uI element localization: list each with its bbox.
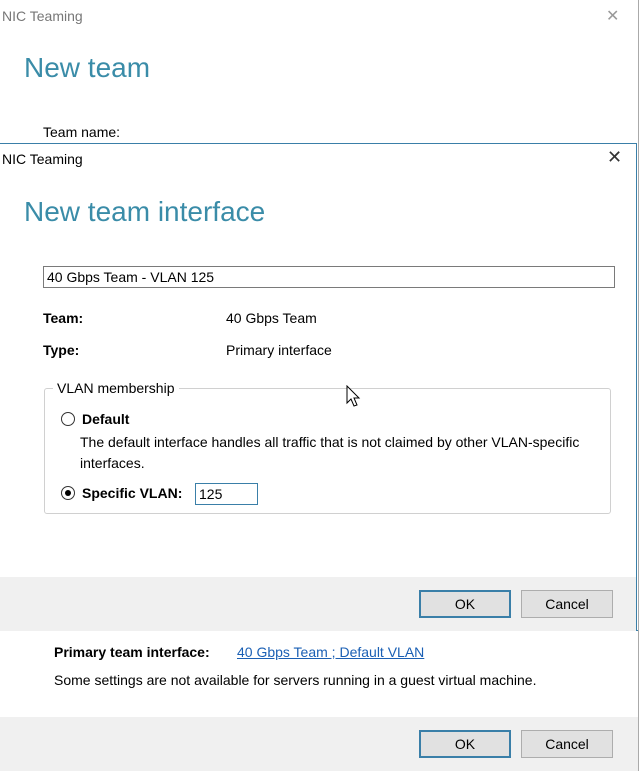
specific-vlan-label[interactable]: Specific VLAN: [82,485,182,501]
cancel-button[interactable]: Cancel [521,590,613,618]
team-label: Team: [43,310,84,326]
guest-vm-note: Some settings are not available for serv… [54,672,537,688]
ok-button[interactable]: OK [419,590,511,618]
background-titlebar: NIC Teaming ✕ [0,0,638,32]
interface-name-input[interactable]: 40 Gbps Team - VLAN 125 [43,266,615,288]
default-vlan-description: The default interface handles all traffi… [80,434,580,471]
background-window-title: NIC Teaming [2,8,83,24]
specific-vlan-radio[interactable] [61,486,75,500]
team-name-label: Team name: [43,124,121,140]
primary-team-interface-link[interactable]: 40 Gbps Team ; Default VLAN [237,644,424,660]
dialog-button-bar: OK Cancel [0,577,636,631]
vlan-membership-group: VLAN membership Default The default inte… [44,380,611,514]
dialog-heading: New team interface [24,196,266,227]
vlan-membership-legend: VLAN membership [53,380,179,396]
specific-vlan-input[interactable]: 125 [195,483,258,505]
background-heading: New team [24,52,151,83]
default-vlan-radio[interactable] [61,412,75,426]
close-icon[interactable]: ✕ [606,6,619,26]
close-icon[interactable]: ✕ [607,147,622,168]
primary-team-interface-label: Primary team interface: [54,644,210,660]
mouse-cursor-icon [346,385,361,407]
type-value: Primary interface [226,342,332,358]
type-label: Type: [43,342,80,358]
dialog-title: NIC Teaming [2,151,83,167]
team-value: 40 Gbps Team [226,310,317,326]
default-vlan-label[interactable]: Default [82,411,129,427]
new-team-interface-dialog: NIC Teaming ✕ New team interface 40 Gbps… [0,143,637,631]
background-cancel-button[interactable]: Cancel [521,730,613,758]
background-button-bar: OK Cancel [0,717,638,771]
background-footer: Primary team interface: 40 Gbps Team ; D… [0,630,638,771]
background-ok-button[interactable]: OK [419,730,511,758]
